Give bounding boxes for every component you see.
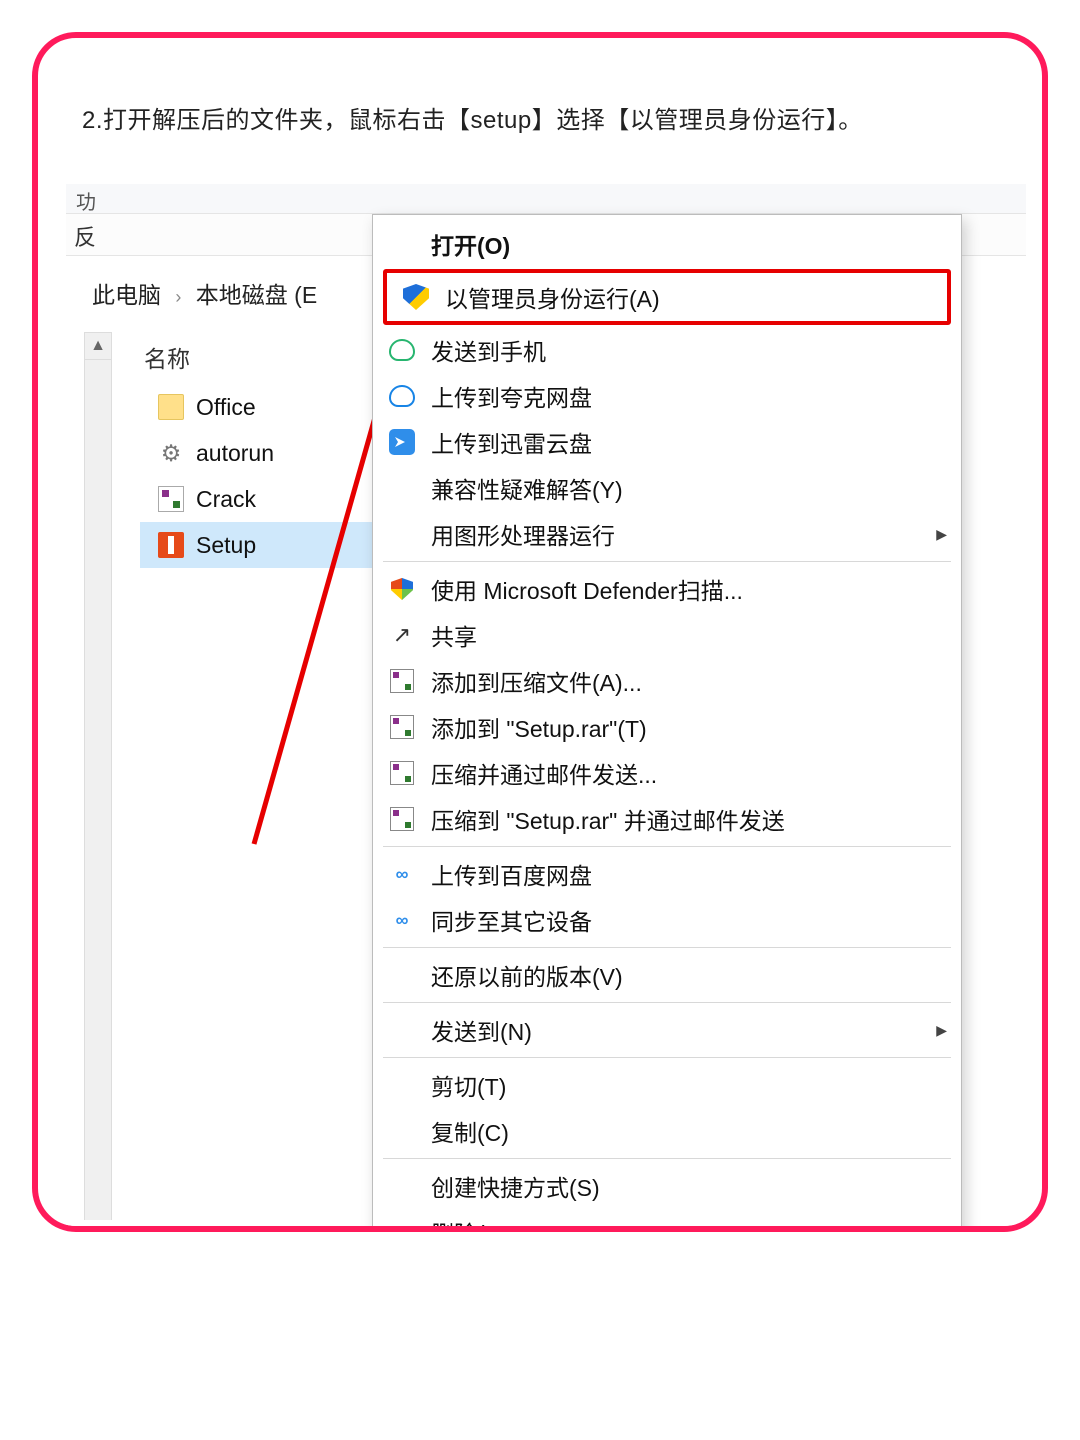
breadcrumb-pc[interactable]: 此电脑	[92, 282, 161, 308]
context-menu: 打开(O) 以管理员身份运行(A) 发送到手机 上传到夸克网盘 上传到迅雷云盘	[372, 214, 962, 1232]
rar-icon	[158, 486, 184, 512]
scroll-up-button[interactable]: ▲	[84, 332, 112, 360]
menu-separator	[383, 561, 951, 562]
ctx-restore-previous[interactable]: 还原以前的版本(V)	[373, 952, 961, 998]
blank-icon	[387, 1116, 417, 1146]
ctx-label: 上传到百度网盘	[431, 857, 947, 891]
ctx-label: 兼容性疑难解答(Y)	[431, 471, 947, 505]
menu-separator	[383, 947, 951, 948]
share-icon: ↗	[387, 620, 417, 650]
ctx-label: 发送到(N)	[431, 1013, 922, 1047]
file-name: Crack	[196, 486, 256, 513]
ctx-upload-quark[interactable]: 上传到夸克网盘	[373, 373, 961, 419]
blank-icon	[387, 1070, 417, 1100]
ctx-run-as-admin-label: 以管理员身份运行(A)	[445, 280, 933, 314]
gear-icon: ⚙	[158, 440, 184, 466]
breadcrumb[interactable]: 此电脑 › 本地磁盘 (E	[92, 276, 392, 316]
ctx-create-shortcut[interactable]: 创建快捷方式(S)	[373, 1163, 961, 1209]
ctx-label: 剪切(T)	[431, 1068, 947, 1102]
rar-icon	[387, 712, 417, 742]
blank-icon	[387, 960, 417, 990]
file-row-autorun[interactable]: ⚙ autorun	[140, 430, 400, 476]
ctx-compat-troubleshoot[interactable]: 兼容性疑难解答(Y)	[373, 465, 961, 511]
ctx-delete[interactable]: 删除(	[373, 1209, 961, 1232]
ctx-compress-setup-email[interactable]: 压缩到 "Setup.rar" 并通过邮件发送	[373, 796, 961, 842]
file-name: Office	[196, 394, 256, 421]
baidu-icon	[387, 859, 417, 889]
uac-shield-icon	[401, 282, 431, 312]
blank-icon	[387, 519, 417, 549]
blank-icon	[387, 1217, 417, 1232]
scrollbar-track[interactable]	[84, 360, 112, 1220]
file-list: Office ⚙ autorun Crack Setup	[140, 384, 400, 568]
file-row-setup[interactable]: Setup	[140, 522, 400, 568]
screenshot-area: 功 反 此电脑 › 本地磁盘 (E ▲ 名称 Office ⚙ autorun …	[66, 184, 1026, 1232]
baidu-icon	[387, 905, 417, 935]
tutorial-frame: 2.打开解压后的文件夹，鼠标右击【setup】选择【以管理员身份运行】。 功 反…	[32, 32, 1048, 1232]
ctx-label: 创建快捷方式(S)	[431, 1169, 947, 1203]
ctx-label: 压缩到 "Setup.rar" 并通过邮件发送	[431, 802, 947, 836]
file-row-office[interactable]: Office	[140, 384, 400, 430]
xunlei-icon	[387, 427, 417, 457]
file-row-crack[interactable]: Crack	[140, 476, 400, 522]
ctx-open-label: 打开(O)	[431, 227, 947, 261]
defender-shield-icon	[387, 574, 417, 604]
ctx-send-to-phone[interactable]: 发送到手机	[373, 327, 961, 373]
cloud-icon	[387, 381, 417, 411]
ribbon-frag-text-2: 反	[74, 220, 96, 252]
menu-separator	[383, 1057, 951, 1058]
ctx-label: 使用 Microsoft Defender扫描...	[431, 572, 947, 606]
ctx-label: 添加到 "Setup.rar"(T)	[431, 710, 947, 744]
ctx-label: 还原以前的版本(V)	[431, 958, 947, 992]
ctx-label: 上传到夸克网盘	[431, 379, 947, 413]
chevron-right-icon: ›	[175, 287, 181, 307]
ctx-label: 同步至其它设备	[431, 903, 947, 937]
blank-icon	[387, 1015, 417, 1045]
blank-icon	[387, 1171, 417, 1201]
ctx-label: 添加到压缩文件(A)...	[431, 664, 947, 698]
ctx-upload-baidu[interactable]: 上传到百度网盘	[373, 851, 961, 897]
highlight-run-as-admin: 以管理员身份运行(A)	[383, 269, 951, 325]
rar-icon	[387, 666, 417, 696]
menu-separator	[383, 1002, 951, 1003]
breadcrumb-drive[interactable]: 本地磁盘 (E	[196, 282, 317, 308]
office-setup-icon	[158, 532, 184, 558]
ctx-send-to[interactable]: 发送到(N)	[373, 1007, 961, 1053]
menu-separator	[383, 1158, 951, 1159]
ctx-defender-scan[interactable]: 使用 Microsoft Defender扫描...	[373, 566, 961, 612]
folder-icon	[158, 394, 184, 420]
ctx-copy[interactable]: 复制(C)	[373, 1108, 961, 1154]
ctx-run-with-gpu[interactable]: 用图形处理器运行	[373, 511, 961, 557]
cloud-icon	[387, 335, 417, 365]
ctx-add-to-setup-rar[interactable]: 添加到 "Setup.rar"(T)	[373, 704, 961, 750]
ribbon-frag-text: 功	[76, 186, 96, 215]
ctx-label: 发送到手机	[431, 333, 947, 367]
ctx-label: 共享	[431, 618, 947, 652]
ctx-label: 用图形处理器运行	[431, 517, 922, 551]
ctx-open[interactable]: 打开(O)	[373, 221, 961, 267]
ctx-upload-xunlei[interactable]: 上传到迅雷云盘	[373, 419, 961, 465]
file-name: autorun	[196, 440, 274, 467]
ctx-label: 压缩并通过邮件发送...	[431, 756, 947, 790]
menu-separator	[383, 846, 951, 847]
ctx-label: 上传到迅雷云盘	[431, 425, 947, 459]
ctx-run-as-admin[interactable]: 以管理员身份运行(A)	[387, 273, 947, 321]
ctx-sync-baidu[interactable]: 同步至其它设备	[373, 897, 961, 943]
file-name: Setup	[196, 532, 256, 559]
instruction-text: 2.打开解压后的文件夹，鼠标右击【setup】选择【以管理员身份运行】。	[82, 100, 982, 135]
column-header-name[interactable]: 名称	[144, 340, 190, 374]
ctx-cut[interactable]: 剪切(T)	[373, 1062, 961, 1108]
rar-icon	[387, 758, 417, 788]
ctx-compress-email[interactable]: 压缩并通过邮件发送...	[373, 750, 961, 796]
ctx-add-to-archive[interactable]: 添加到压缩文件(A)...	[373, 658, 961, 704]
ctx-label: 删除(	[431, 1215, 947, 1232]
ribbon-fragment: 功	[66, 184, 1026, 214]
rar-icon	[387, 804, 417, 834]
blank-icon	[387, 473, 417, 503]
ctx-share[interactable]: ↗ 共享	[373, 612, 961, 658]
ctx-label: 复制(C)	[431, 1114, 947, 1148]
